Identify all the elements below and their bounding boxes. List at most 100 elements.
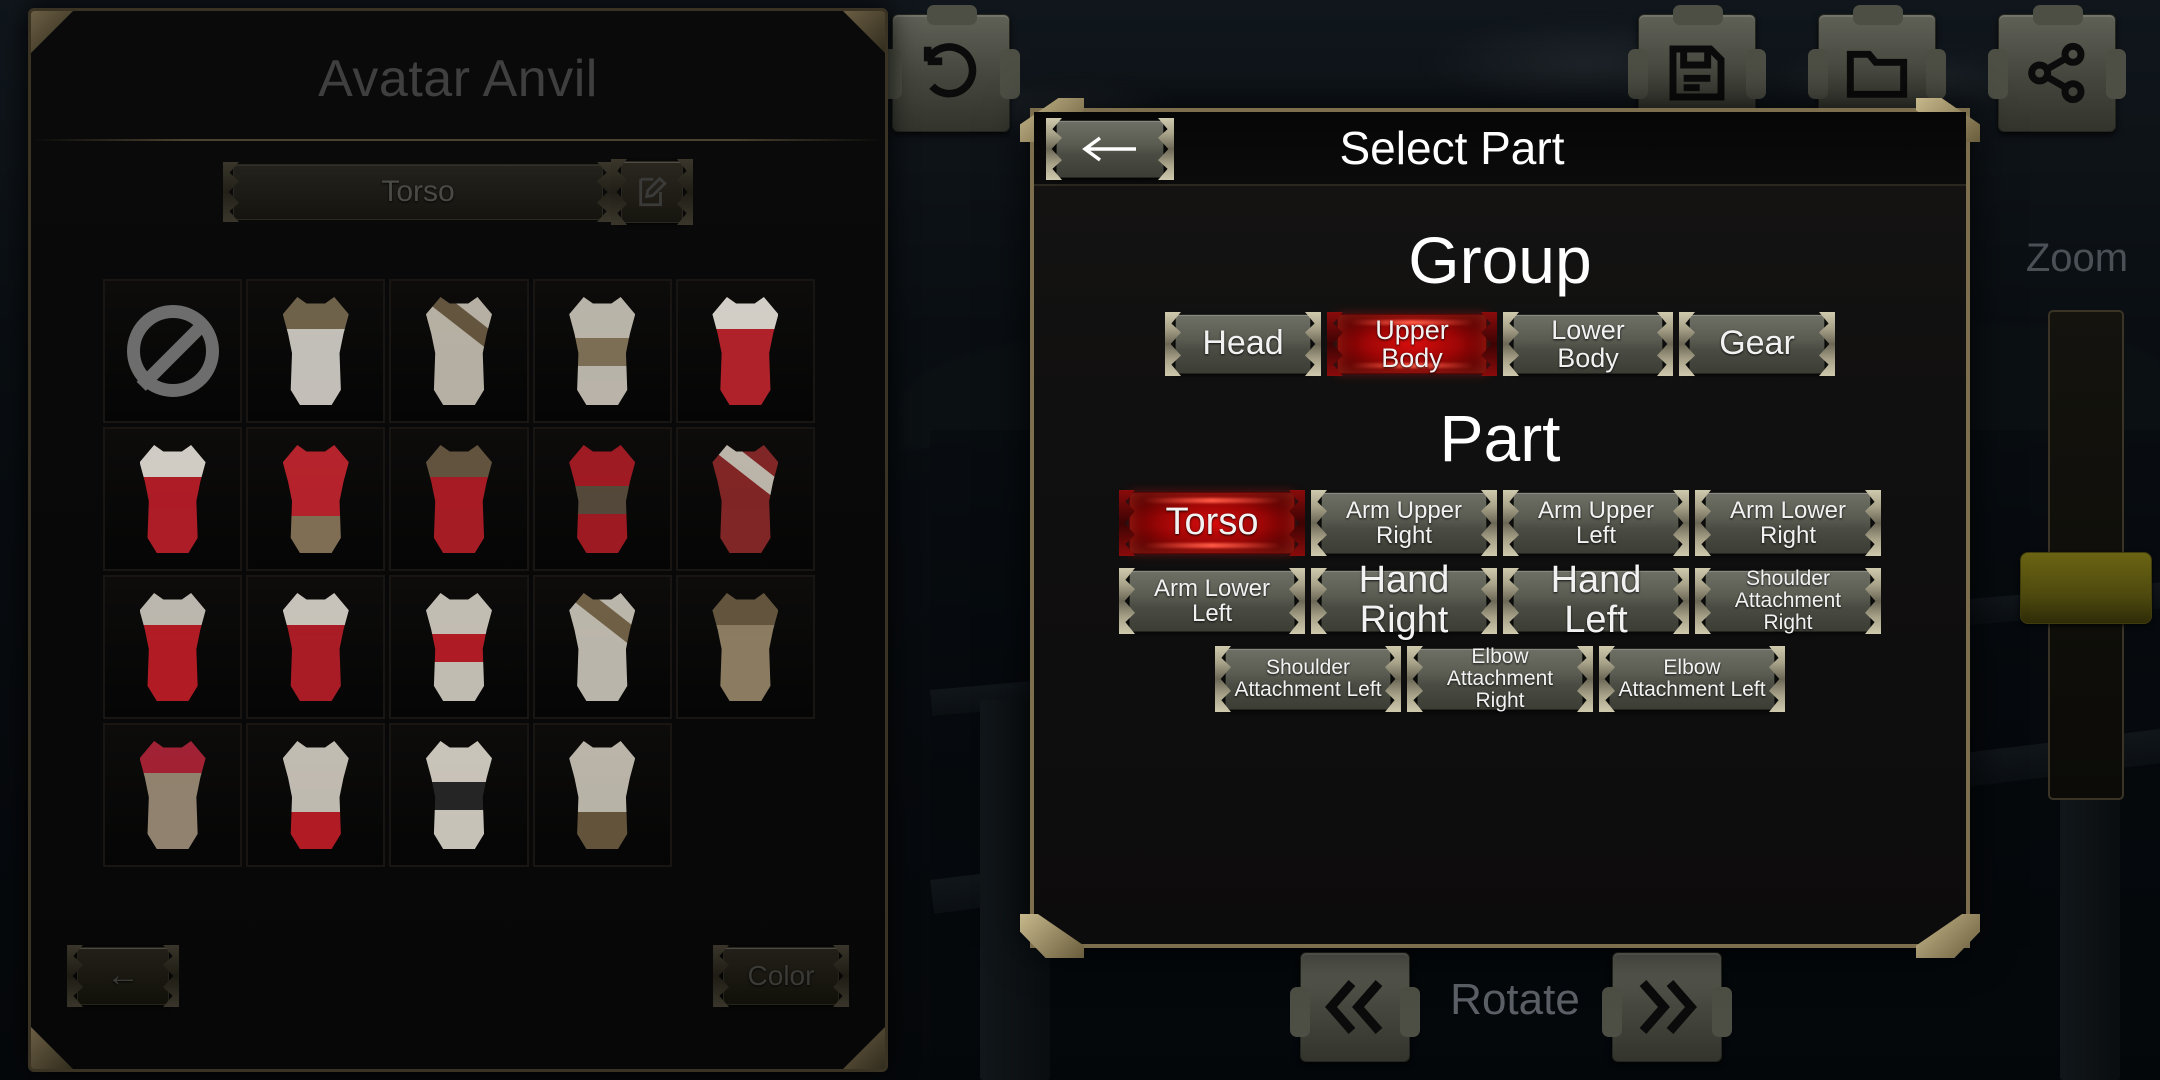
edit-part-button[interactable] [621, 161, 683, 223]
button-knob [1602, 987, 1622, 1037]
garment-accent [139, 741, 206, 774]
grid-item[interactable] [246, 279, 386, 423]
rotate-right-button[interactable] [1602, 952, 1732, 1062]
color-button-label: Color [747, 960, 815, 992]
button-knob [1926, 49, 1946, 99]
part-button-arm-upper-right-label: Arm Upper Right [1345, 496, 1463, 549]
part-button-elbow-attachment-left[interactable]: Elbow Attachment Left [1609, 648, 1775, 710]
button-knob [927, 5, 977, 25]
group-button-upper-body[interactable]: Upper Body [1337, 314, 1487, 374]
part-row-1: Torso Arm Upper Right Arm Upper Left Arm Lo… [1034, 492, 1966, 554]
grid-item[interactable] [246, 723, 386, 867]
part-dropdown-value: Torso [381, 175, 455, 209]
part-button-elbow-attachment-right-label: Elbow Attachment Right [1446, 644, 1554, 713]
grid-item[interactable] [389, 575, 529, 719]
zoom-label: Zoom [2025, 236, 2129, 280]
part-button-arm-upper-right[interactable]: Arm Upper Right [1321, 492, 1487, 554]
garment-accent [569, 486, 636, 515]
share-icon [2028, 42, 2085, 104]
button-knob [1712, 987, 1732, 1037]
garment-accent [712, 297, 779, 330]
group-button-lower-body[interactable]: Lower Body [1513, 314, 1663, 374]
garment-thumbnail [139, 445, 206, 553]
zoom-slider-handle[interactable] [2020, 552, 2152, 624]
panel-corner [31, 1025, 75, 1069]
group-button-lower-body-label: Lower Body [1551, 314, 1625, 373]
garment-accent [569, 812, 636, 849]
garment-thumbnail [282, 741, 349, 849]
part-button-elbow-attachment-right[interactable]: Elbow Attachment Right [1417, 644, 1583, 713]
garment-accent [425, 782, 492, 811]
grid-item[interactable] [532, 279, 672, 423]
back-button[interactable]: ← [77, 947, 169, 1005]
garment-accent [569, 338, 636, 367]
undo-icon [923, 43, 977, 98]
glow-bar [1143, 543, 1281, 548]
part-dropdown[interactable]: Torso [233, 164, 603, 220]
color-button[interactable]: Color [723, 947, 839, 1005]
grid-item[interactable] [675, 427, 815, 571]
part-row-3: Shoulder Attachment Left Elbow Attachment… [1034, 644, 1966, 713]
part-button-hand-left[interactable]: Hand Left [1513, 560, 1679, 640]
grid-item[interactable] [389, 279, 529, 423]
grid-item[interactable] [103, 575, 243, 719]
grid-item[interactable] [532, 723, 672, 867]
part-button-arm-lower-right[interactable]: Arm Lower Right [1705, 492, 1871, 554]
rotate-left-button[interactable] [1290, 952, 1420, 1062]
grid-item[interactable] [675, 575, 815, 719]
garment-thumbnail [425, 297, 492, 405]
garment-accent [425, 297, 492, 356]
grid-item[interactable] [532, 427, 672, 571]
garment-thumbnail [139, 741, 206, 849]
dialog-back-button[interactable] [1056, 120, 1164, 178]
no-item-icon [126, 305, 219, 397]
garment-thumbnail [712, 593, 779, 701]
garment-thumbnail [712, 445, 779, 553]
garment-thumbnail [282, 593, 349, 701]
button-knob [1988, 49, 2008, 99]
grid-item[interactable] [103, 427, 243, 571]
page-title: Avatar Anvil [318, 50, 598, 108]
group-heading: Group [1408, 223, 1592, 297]
part-button-hand-right[interactable]: Hand Right [1321, 560, 1487, 640]
garment-accent [569, 593, 636, 652]
part-button-shoulder-attachment-left[interactable]: Shoulder Attachment Left [1225, 648, 1391, 710]
group-button-gear[interactable]: Gear [1689, 314, 1825, 374]
part-button-torso[interactable]: Torso [1129, 492, 1295, 554]
grid-item[interactable] [103, 723, 243, 867]
part-button-arm-lower-left[interactable]: Arm Lower Left [1129, 570, 1295, 632]
rotate-label: Rotate [1450, 975, 1580, 1024]
part-button-arm-lower-left-label: Arm Lower Left [1153, 574, 1271, 627]
grid-item[interactable] [103, 279, 243, 423]
group-button-head[interactable]: Head [1175, 314, 1311, 374]
part-button-torso-label: Torso [1165, 501, 1259, 544]
part-button-shoulder-attachment-right[interactable]: Shoulder Attachment Right [1705, 567, 1871, 634]
garment-thumbnail [569, 741, 636, 849]
share-button[interactable] [1988, 5, 2126, 132]
grid-item[interactable] [246, 427, 386, 571]
chevron-double-right-icon [1639, 980, 1697, 1034]
item-grid[interactable] [103, 279, 815, 867]
button-knob [1000, 49, 1020, 99]
grid-item[interactable] [675, 279, 815, 423]
button-knob [1853, 5, 1903, 25]
grid-item[interactable] [532, 575, 672, 719]
part-button-arm-lower-right-label: Arm Lower Right [1729, 496, 1847, 549]
grid-item[interactable] [389, 427, 529, 571]
garment-thumbnail [712, 297, 779, 405]
panel-corner [841, 1025, 885, 1069]
folder-open-icon [1846, 50, 1908, 98]
grid-item[interactable] [389, 723, 529, 867]
garment-accent [282, 297, 349, 330]
button-knob [1290, 987, 1310, 1037]
group-button-head-label: Head [1202, 324, 1284, 363]
part-button-arm-upper-left[interactable]: Arm Upper Left [1513, 492, 1679, 554]
grid-item[interactable] [246, 575, 386, 719]
part-button-hand-right-label: Hand Right [1358, 559, 1450, 641]
garment-accent [712, 593, 779, 626]
group-button-row: Head Upper Body Lower Body Gear [1034, 314, 1966, 374]
button-knob [2033, 5, 2083, 25]
undo-button[interactable] [882, 5, 1020, 132]
garment-accent [712, 445, 779, 504]
divider [31, 139, 885, 141]
